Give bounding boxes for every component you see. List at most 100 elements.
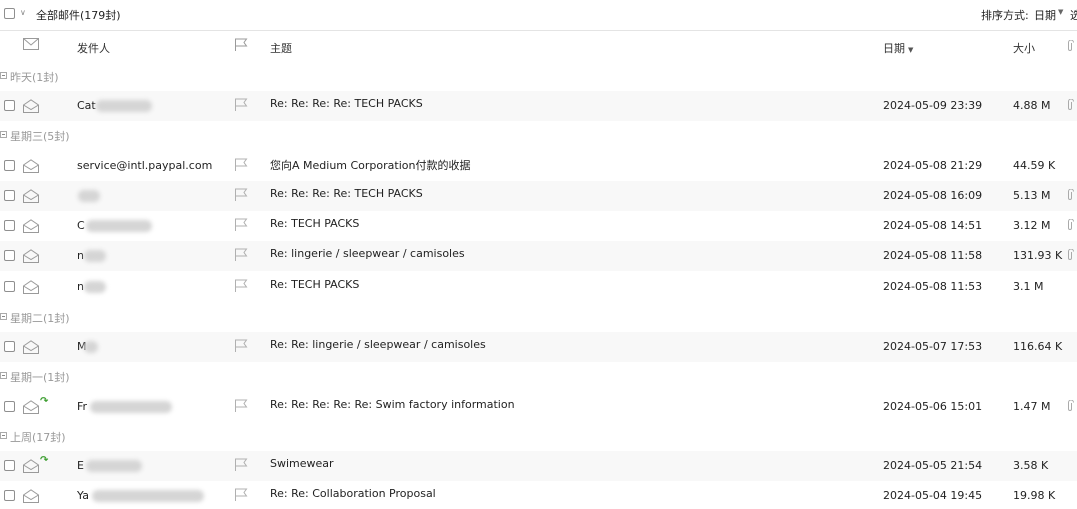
group-label: 昨天(1封) bbox=[10, 71, 59, 84]
sender-name: n bbox=[77, 280, 84, 293]
open-envelope-icon bbox=[23, 280, 39, 297]
email-size: 44.59 K bbox=[1013, 159, 1056, 172]
group-header[interactable]: 星期二(1封) bbox=[0, 303, 1077, 332]
collapse-icon[interactable] bbox=[0, 313, 7, 320]
email-date: 2024-05-08 14:51 bbox=[883, 219, 983, 232]
email-row[interactable]: Ya Re: Re: Collaboration Proposal 2024-0… bbox=[0, 481, 1077, 509]
group-header[interactable]: 星期一(1封) bbox=[0, 362, 1077, 391]
email-row[interactable]: n Re: lingerie / sleepwear / camisoles 2… bbox=[0, 241, 1077, 271]
email-date: 2024-05-08 16:09 bbox=[883, 189, 983, 202]
sender-name: C bbox=[77, 219, 85, 232]
flag-icon[interactable] bbox=[234, 488, 248, 505]
forwarded-icon: ↷ bbox=[40, 455, 49, 466]
collapse-icon[interactable] bbox=[0, 131, 7, 138]
chevron-down-icon[interactable]: ∨ bbox=[20, 8, 26, 17]
collapse-icon[interactable] bbox=[0, 432, 7, 439]
flag-icon[interactable] bbox=[234, 458, 248, 475]
group-header[interactable]: 昨天(1封) bbox=[0, 62, 1077, 91]
sender-name: Cat bbox=[77, 99, 96, 112]
email-size: 3.58 K bbox=[1013, 459, 1049, 472]
attachment-column-icon bbox=[1066, 39, 1074, 55]
email-subject[interactable]: 您向A Medium Corporation付款的收据 bbox=[270, 157, 470, 173]
email-subject[interactable]: Re: TECH PACKS bbox=[270, 217, 359, 230]
open-envelope-icon bbox=[23, 159, 39, 176]
email-date: 2024-05-08 21:29 bbox=[883, 159, 983, 172]
mail-toolbar: ∨ 全部邮件(179封) 排序方式: 日期 ▼ 选 bbox=[0, 0, 1077, 28]
email-subject[interactable]: Re: Re: Collaboration Proposal bbox=[270, 487, 436, 500]
group-header[interactable]: 星期三(5封) bbox=[0, 121, 1077, 150]
group-header[interactable]: 上周(17封) bbox=[0, 422, 1077, 451]
flag-icon[interactable] bbox=[234, 399, 248, 416]
row-checkbox[interactable] bbox=[4, 341, 15, 352]
envelope-icon[interactable] bbox=[23, 38, 39, 53]
email-date: 2024-05-08 11:58 bbox=[883, 249, 983, 262]
email-size: 1.47 M bbox=[1013, 400, 1051, 413]
flag-icon[interactable] bbox=[234, 248, 248, 265]
email-row[interactable]: n Re: TECH PACKS 2024-05-08 11:53 3.1 M bbox=[0, 272, 1077, 302]
row-checkbox[interactable] bbox=[4, 160, 15, 171]
email-date: 2024-05-05 21:54 bbox=[883, 459, 983, 472]
sender-name: n bbox=[77, 249, 84, 262]
column-subject[interactable]: 主题 bbox=[270, 40, 292, 56]
column-sender[interactable]: 发件人 bbox=[77, 40, 110, 56]
email-row[interactable]: C Re: TECH PACKS 2024-05-08 14:51 3.12 M bbox=[0, 211, 1077, 241]
redacted-sender bbox=[86, 220, 152, 232]
attachment-icon[interactable] bbox=[1066, 218, 1074, 234]
email-row[interactable]: ↷ E Swimewear 2024-05-05 21:54 3.58 K bbox=[0, 451, 1077, 481]
collapse-icon[interactable] bbox=[0, 372, 7, 379]
sort-label: 排序方式: bbox=[981, 9, 1029, 22]
open-envelope-icon bbox=[23, 99, 39, 116]
flag-icon[interactable] bbox=[234, 158, 248, 175]
email-date: 2024-05-09 23:39 bbox=[883, 99, 983, 112]
attachment-icon[interactable] bbox=[1066, 98, 1074, 114]
flag-icon[interactable] bbox=[234, 98, 248, 115]
flag-icon[interactable] bbox=[234, 279, 248, 296]
open-envelope-icon bbox=[23, 400, 39, 417]
toolbar-cut-label[interactable]: 选 bbox=[1070, 7, 1077, 23]
row-checkbox[interactable] bbox=[4, 190, 15, 201]
attachment-icon[interactable] bbox=[1066, 188, 1074, 204]
open-envelope-icon bbox=[23, 489, 39, 506]
flag-icon[interactable] bbox=[234, 218, 248, 235]
sort-dropdown[interactable]: 日期 bbox=[1034, 7, 1056, 23]
email-subject[interactable]: Swimewear bbox=[270, 457, 334, 470]
open-envelope-icon bbox=[23, 189, 39, 206]
redacted-sender bbox=[78, 190, 100, 202]
flag-icon[interactable] bbox=[234, 339, 248, 356]
email-row[interactable]: ↷ Fr Re: Re: Re: Re: Re: Swim factory in… bbox=[0, 392, 1077, 422]
row-checkbox[interactable] bbox=[4, 100, 15, 111]
sender-name: Ya bbox=[77, 489, 89, 502]
column-size[interactable]: 大小 bbox=[1013, 40, 1035, 56]
column-date[interactable]: 日期 ▼ bbox=[883, 40, 913, 56]
caret-down-icon[interactable]: ▼ bbox=[1058, 8, 1063, 16]
flag-icon[interactable] bbox=[234, 38, 248, 55]
row-checkbox[interactable] bbox=[4, 460, 15, 471]
email-row[interactable]: service@intl.paypal.com 您向A Medium Corpo… bbox=[0, 151, 1077, 181]
row-checkbox[interactable] bbox=[4, 250, 15, 261]
email-subject[interactable]: Re: TECH PACKS bbox=[270, 278, 359, 291]
email-size: 116.64 K bbox=[1013, 340, 1063, 353]
redacted-sender bbox=[96, 100, 152, 112]
email-subject[interactable]: Re: Re: Re: Re: TECH PACKS bbox=[270, 97, 423, 110]
redacted-sender bbox=[86, 460, 142, 472]
open-envelope-icon bbox=[23, 459, 39, 476]
email-subject[interactable]: Re: lingerie / sleepwear / camisoles bbox=[270, 247, 465, 260]
collapse-icon[interactable] bbox=[0, 72, 7, 79]
email-row[interactable]: Cat Re: Re: Re: Re: TECH PACKS 2024-05-0… bbox=[0, 91, 1077, 121]
email-subject[interactable]: Re: Re: Re: Re: TECH PACKS bbox=[270, 187, 423, 200]
email-subject[interactable]: Re: Re: lingerie / sleepwear / camisoles bbox=[270, 338, 486, 351]
email-subject[interactable]: Re: Re: Re: Re: Re: Swim factory informa… bbox=[270, 398, 515, 411]
email-size: 4.88 M bbox=[1013, 99, 1051, 112]
row-checkbox[interactable] bbox=[4, 401, 15, 412]
row-checkbox[interactable] bbox=[4, 490, 15, 501]
select-all-checkbox[interactable] bbox=[4, 8, 15, 19]
email-row[interactable]: Re: Re: Re: Re: TECH PACKS 2024-05-08 16… bbox=[0, 181, 1077, 211]
row-checkbox[interactable] bbox=[4, 220, 15, 231]
flag-icon[interactable] bbox=[234, 188, 248, 205]
attachment-icon[interactable] bbox=[1066, 248, 1074, 264]
row-checkbox[interactable] bbox=[4, 281, 15, 292]
email-size: 131.93 K bbox=[1013, 249, 1063, 262]
email-row[interactable]: M Re: Re: lingerie / sleepwear / camisol… bbox=[0, 332, 1077, 362]
attachment-icon[interactable] bbox=[1066, 399, 1074, 415]
redacted-sender bbox=[92, 490, 204, 502]
